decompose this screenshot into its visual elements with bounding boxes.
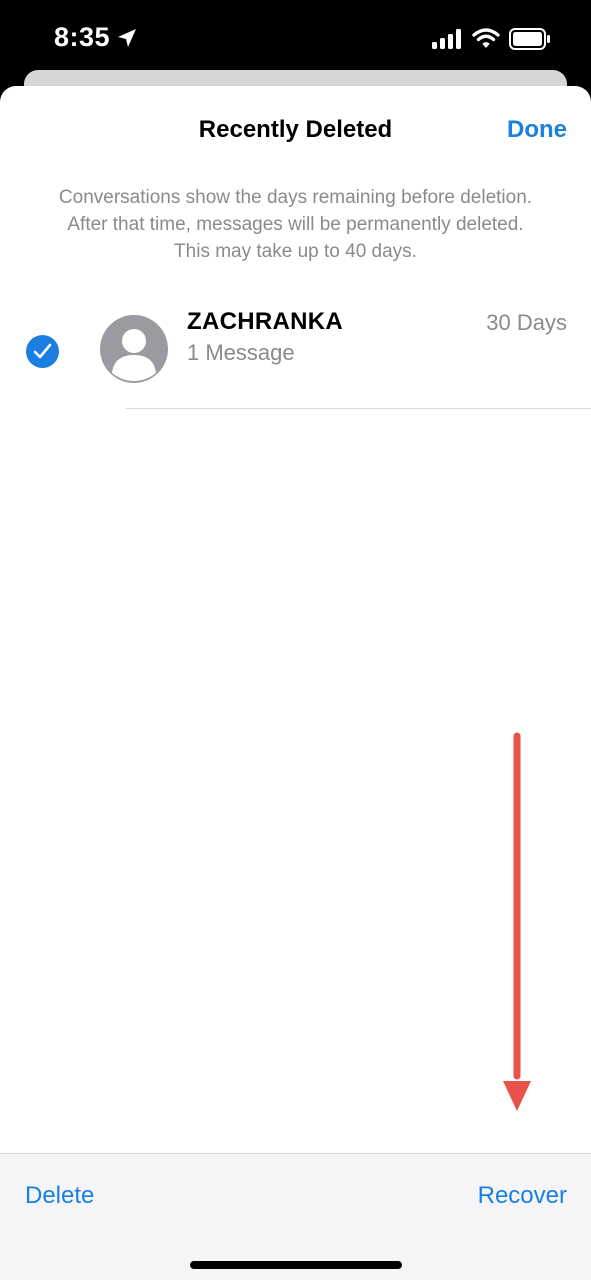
down-arrow-annotation-icon (503, 732, 531, 1111)
info-text: Conversations show the days remaining be… (20, 184, 571, 265)
days-remaining: 30 Days (486, 310, 567, 335)
bottom-toolbar: Delete Recover (0, 1153, 591, 1280)
recently-deleted-sheet: Recently Deleted Done Conversations show… (0, 86, 591, 1280)
conversation-row[interactable]: ZACHRANKA 1 Message 30 Days (0, 298, 591, 408)
cellular-signal-icon (432, 29, 461, 49)
info-line: Conversations show the days remaining be… (58, 187, 533, 208)
avatar (100, 315, 168, 383)
person-icon (112, 329, 156, 381)
info-line: After that time, messages will be perman… (67, 214, 524, 235)
checkmark-selected-icon[interactable] (26, 335, 59, 368)
screen: 8:35 Recently Deleted Done Conversations… (0, 0, 591, 1280)
conversation-message-count: 1 Message (187, 340, 295, 365)
row-divider (126, 408, 591, 409)
recover-button[interactable]: Recover (478, 1182, 567, 1210)
conversation-name: ZACHRANKA (187, 308, 344, 335)
wifi-icon (472, 28, 500, 48)
home-indicator (190, 1261, 402, 1269)
status-time: 8:35 (54, 22, 111, 52)
battery-icon (509, 28, 550, 50)
info-line: This may take up to 40 days. (174, 241, 417, 262)
delete-button[interactable]: Delete (25, 1182, 94, 1210)
location-arrow-icon (118, 29, 136, 47)
status-bar: 8:35 (0, 0, 591, 80)
sheet-title: Recently Deleted (198, 116, 393, 143)
done-button[interactable]: Done (507, 116, 567, 144)
